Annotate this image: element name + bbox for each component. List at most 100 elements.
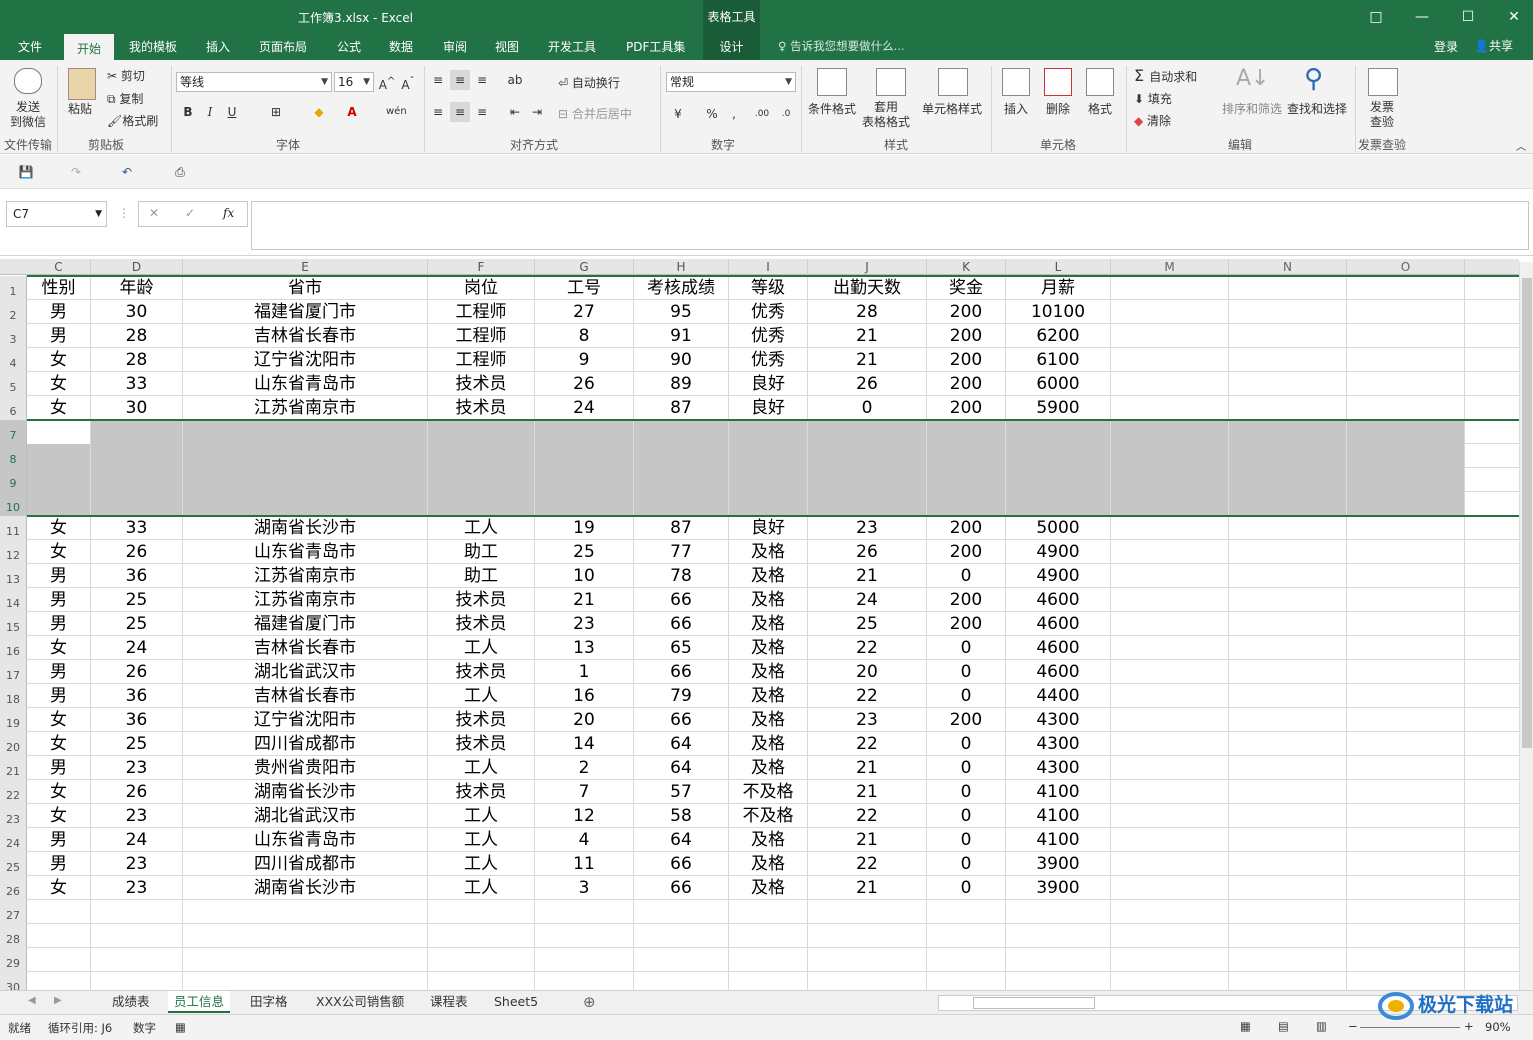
cell[interactable]: 95 [634,300,729,324]
tab-my-templates[interactable]: 我的模板 [129,38,177,55]
cell[interactable] [183,492,428,516]
collapse-ribbon-icon[interactable]: ︿ [1516,138,1526,153]
cell[interactable] [27,948,91,972]
cell[interactable]: 23 [91,756,183,780]
cell[interactable]: 工号 [535,276,634,300]
fill-color-icon[interactable]: ◆ [309,102,329,122]
cell[interactable] [91,924,183,948]
cell[interactable] [1006,468,1111,492]
cell[interactable]: 性别 [27,276,91,300]
cell[interactable]: 25 [535,540,634,564]
format-painter-button[interactable]: 🖌格式刷 [107,112,158,129]
tab-formulas[interactable]: 公式 [337,38,361,55]
tab-view[interactable]: 视图 [495,38,519,55]
tab-design[interactable]: 设计 [703,34,760,60]
cell[interactable] [1111,756,1229,780]
cell[interactable]: 0 [927,852,1006,876]
row-header[interactable]: 5 [0,372,27,396]
cell[interactable]: 男 [27,660,91,684]
cell[interactable] [1347,948,1465,972]
cell[interactable]: 22 [808,636,927,660]
h-scroll-thumb[interactable] [973,997,1095,1009]
cell[interactable] [1229,276,1347,300]
cell[interactable] [1111,492,1229,516]
cell[interactable] [1229,636,1347,660]
cell[interactable]: 奖金 [927,276,1006,300]
align-top-icon[interactable]: ≡ [428,70,448,90]
row-header[interactable]: 9 [0,468,27,492]
cell[interactable]: 福建省厦门市 [183,300,428,324]
format-as-table-button[interactable]: 套用 表格格式 [862,100,910,130]
cell[interactable] [1111,348,1229,372]
cell[interactable] [1111,300,1229,324]
cell[interactable]: 28 [91,348,183,372]
row-header[interactable]: 16 [0,636,27,660]
normal-view-icon[interactable]: ▦ [1240,1019,1251,1033]
cell[interactable]: 200 [927,540,1006,564]
underline-icon[interactable]: U [222,102,242,122]
row-header[interactable]: 29 [0,948,27,972]
cell[interactable]: 7 [535,780,634,804]
cell[interactable]: 25 [91,588,183,612]
cell[interactable] [1347,636,1465,660]
cell[interactable] [729,924,808,948]
cell[interactable] [1111,324,1229,348]
cell[interactable]: 3900 [1006,852,1111,876]
row-header[interactable]: 27 [0,900,27,924]
row-header[interactable]: 6 [0,396,27,420]
column-header-i[interactable]: I [729,259,808,275]
cell[interactable] [27,468,91,492]
cell[interactable] [1229,396,1347,420]
cell[interactable] [1006,444,1111,468]
cell[interactable]: 30 [91,300,183,324]
cell[interactable]: 四川省成都市 [183,732,428,756]
column-header-k[interactable]: K [927,259,1006,275]
worksheet-grid[interactable]: CDEFGHIJKLMNO 1 性别 年龄 省市 岗位 工号 考核成绩 等级 出勤天数 奖金 月薪 2… [0,259,1519,990]
conditional-format-button[interactable]: 条件格式 [808,100,856,117]
cell[interactable] [1229,492,1347,516]
cell[interactable] [535,444,634,468]
column-header-o[interactable]: O [1347,259,1465,275]
cell[interactable] [1347,612,1465,636]
cell[interactable]: 64 [634,732,729,756]
cell[interactable] [634,444,729,468]
row-header[interactable]: 26 [0,876,27,900]
cell[interactable] [1006,972,1111,990]
cell[interactable]: 24 [808,588,927,612]
percent-icon[interactable]: % [702,104,722,124]
cell[interactable]: 技术员 [428,588,535,612]
cell[interactable]: 200 [927,588,1006,612]
cell[interactable]: 25 [91,732,183,756]
cell[interactable]: 4300 [1006,708,1111,732]
cell[interactable] [1347,348,1465,372]
cell[interactable]: 女 [27,732,91,756]
cell[interactable]: 技术员 [428,660,535,684]
cell[interactable]: 90 [634,348,729,372]
cell[interactable]: 22 [808,684,927,708]
cell[interactable] [808,444,927,468]
cell[interactable]: 28 [808,300,927,324]
row-header[interactable]: 13 [0,564,27,588]
cell[interactable] [808,972,927,990]
cell[interactable]: 33 [91,372,183,396]
cell[interactable]: 女 [27,636,91,660]
cell[interactable] [91,468,183,492]
cell[interactable] [1229,444,1347,468]
cell[interactable]: 79 [634,684,729,708]
cell[interactable]: 及格 [729,612,808,636]
cell[interactable]: 0 [927,780,1006,804]
cell[interactable]: 及格 [729,540,808,564]
row-header[interactable]: 25 [0,852,27,876]
insert-function-icon[interactable]: fx [223,206,234,220]
cell[interactable] [1111,804,1229,828]
cell[interactable]: 女 [27,540,91,564]
column-header-c[interactable]: C [27,259,91,275]
cell[interactable]: 20 [535,708,634,732]
cell[interactable]: 优秀 [729,300,808,324]
cell[interactable] [1111,972,1229,990]
cell[interactable]: 0 [808,396,927,420]
cell[interactable]: 26 [808,540,927,564]
cell[interactable]: 工程师 [428,300,535,324]
align-left-icon[interactable]: ≡ [428,102,448,122]
cell[interactable]: 等级 [729,276,808,300]
